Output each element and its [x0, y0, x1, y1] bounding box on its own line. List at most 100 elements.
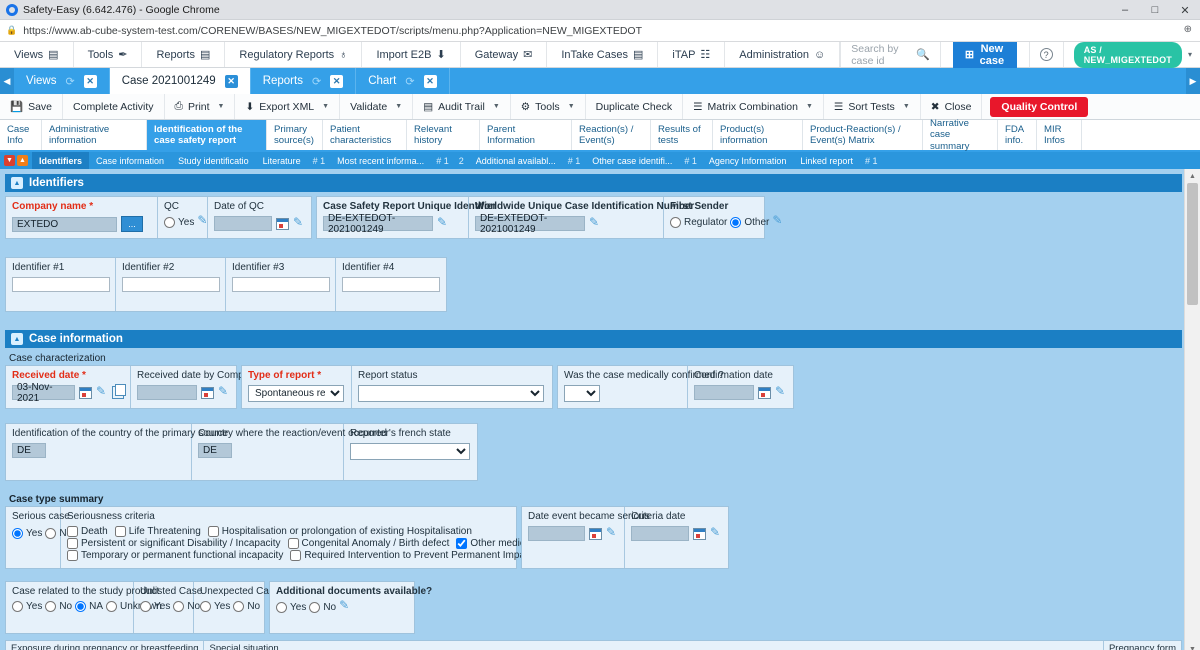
date-of-qc-input[interactable] — [214, 216, 272, 231]
tab-identification-case-safety-report[interactable]: Identification of the case safety report — [147, 120, 267, 150]
menu-item-reports[interactable]: Reports ▤ — [142, 42, 225, 67]
chevron-down-icon[interactable]: ▼ — [568, 103, 575, 110]
qc-yes-radio[interactable]: Yes — [164, 217, 194, 228]
user-badge[interactable]: AS / NEW_MIGEXTEDOT — [1074, 42, 1182, 68]
serious-case-yes-radio[interactable]: Yes — [12, 528, 42, 539]
menu-item-regulatory-reports[interactable]: Regulatory Reports ♁ — [225, 42, 362, 67]
menu-item-gateway[interactable]: Gateway ✉ — [461, 42, 548, 67]
criteria-checkbox-input[interactable] — [456, 538, 467, 549]
tab-parent-information[interactable]: Parent Information — [480, 120, 572, 150]
tab-product-reaction-matrix[interactable]: Product-Reaction(s) / Event(s) Matrix — [803, 120, 923, 150]
calendar-icon[interactable] — [79, 387, 92, 399]
tabs-scroll-left-icon[interactable]: ◀ — [0, 68, 14, 94]
subtab-additional-available[interactable]: Additional availabl... — [469, 152, 563, 169]
collapse-icon[interactable]: ▲ — [11, 177, 23, 189]
unlisted-case-radio-input[interactable] — [173, 601, 184, 612]
subtab-other-case-count[interactable]: # 1 — [679, 152, 702, 169]
browser-address-bar[interactable]: 🔒 https://www.ab-cube-system-test.com/CO… — [0, 20, 1200, 42]
wwuid-input[interactable]: DE-EXTEDOT-2021001249 — [475, 216, 585, 231]
export-xml-button[interactable]: ⬇ Export XML ▼ — [235, 94, 340, 119]
unexpected-case-no-radio[interactable]: No — [233, 601, 260, 612]
complete-activity-button[interactable]: Complete Activity — [63, 94, 165, 119]
menu-item-intake-cases[interactable]: InTake Cases ▤ — [547, 42, 658, 67]
identifier-2-input[interactable] — [122, 277, 220, 292]
criteria-checkbox-input[interactable] — [67, 526, 78, 537]
window-tab-reports[interactable]: Reports ⟳ ✕ — [251, 68, 357, 94]
criteria-checkbox-input[interactable] — [290, 550, 301, 561]
subtab-most-recent-count-2[interactable]: 2 — [454, 152, 469, 169]
refresh-icon[interactable]: ⟳ — [312, 75, 321, 88]
close-case-button[interactable]: ✖ Close — [921, 94, 983, 119]
identifier-3-input[interactable] — [232, 277, 330, 292]
criteria-life-threatening-checkbox[interactable]: Life Threatening — [115, 526, 201, 537]
help-icon[interactable]: ? — [1040, 48, 1053, 61]
pencil-icon[interactable] — [775, 387, 787, 399]
received-date-company-input[interactable] — [137, 385, 197, 400]
subtab-other-case-identifiers[interactable]: Other case identifi... — [585, 152, 679, 169]
company-name-browse-button[interactable]: ... — [121, 216, 143, 232]
maximize-button[interactable]: □ — [1140, 0, 1170, 20]
confirmation-date-input[interactable] — [694, 385, 754, 400]
subtab-linked-report-count[interactable]: # 1 — [860, 152, 883, 169]
pencil-icon[interactable] — [96, 387, 108, 399]
calendar-icon[interactable] — [758, 387, 771, 399]
case-information-panel-header[interactable]: ▲ Case information — [5, 330, 1182, 348]
serious-case-radio-input[interactable] — [45, 528, 56, 539]
pencil-icon[interactable] — [437, 218, 449, 230]
subtab-most-recent-count-1[interactable]: # 1 — [431, 152, 454, 169]
calendar-icon[interactable] — [589, 528, 602, 540]
menu-item-administration[interactable]: Administration ☺ — [725, 42, 840, 67]
reporter-french-state-select[interactable] — [350, 443, 470, 460]
pencil-icon[interactable] — [710, 528, 722, 540]
first-sender-regulator-radio[interactable]: Regulator — [670, 217, 727, 228]
user-account-container[interactable]: AS / NEW_MIGEXTEDOT ▾ — [1064, 42, 1200, 67]
additional-docs-no-radio[interactable]: No — [309, 602, 336, 613]
subtab-agency-information[interactable]: Agency Information — [702, 152, 794, 169]
window-tab-case[interactable]: Case 2021001249 ✕ — [110, 68, 251, 94]
minimize-button[interactable]: – — [1110, 0, 1140, 20]
calendar-icon[interactable] — [276, 218, 289, 230]
serious-case-radio-input[interactable] — [12, 528, 23, 539]
tab-products-information[interactable]: Product(s) information — [713, 120, 803, 150]
menu-item-itap[interactable]: iTAP ☷ — [658, 42, 725, 67]
identifiers-panel-header[interactable]: ▲ Identifiers — [5, 174, 1182, 192]
copy-icon[interactable] — [112, 386, 124, 399]
print-button[interactable]: ⎙ Print ▼ — [165, 94, 236, 119]
unexpected-case-yes-radio[interactable]: Yes — [200, 601, 230, 612]
pencil-icon[interactable] — [293, 218, 305, 230]
scroll-down-icon[interactable]: ▼ — [1185, 642, 1200, 650]
subtab-study-identification[interactable]: Study identificatio — [171, 152, 256, 169]
pregnancy-form-label[interactable]: Pregnancy form — [1104, 641, 1181, 650]
window-tab-views[interactable]: Views ⟳ ✕ — [14, 68, 110, 94]
additional-docs-radio-input[interactable] — [309, 602, 320, 613]
subtab-linked-report[interactable]: Linked report — [793, 152, 860, 169]
refresh-icon[interactable]: ⟳ — [65, 75, 74, 88]
search-icon[interactable]: 🔍 — [916, 48, 930, 61]
pencil-icon[interactable] — [772, 216, 784, 228]
case-related-radio-input[interactable] — [45, 601, 56, 612]
tab-patient-characteristics[interactable]: Patient characteristics — [323, 120, 407, 150]
pencil-icon[interactable] — [339, 601, 351, 613]
audit-trail-button[interactable]: ▤ Audit Trail ▼ — [413, 94, 511, 119]
type-of-report-select[interactable]: Spontaneous report — [248, 385, 344, 402]
subtab-literature[interactable]: Literature — [256, 152, 308, 169]
company-name-input[interactable]: EXTEDO — [12, 217, 117, 232]
criteria-disability-checkbox[interactable]: Persistent or significant Disability / I… — [67, 538, 281, 549]
criteria-checkbox-input[interactable] — [288, 538, 299, 549]
close-icon[interactable]: ✕ — [424, 75, 437, 88]
first-sender-other-radio[interactable]: Other — [730, 217, 769, 228]
pencil-icon[interactable] — [606, 528, 618, 540]
tab-administrative-information[interactable]: Administrative information — [42, 120, 147, 150]
criteria-checkbox-input[interactable] — [67, 550, 78, 561]
tab-mir-infos[interactable]: MIR Infos — [1037, 120, 1082, 150]
criteria-checkbox-input[interactable] — [208, 526, 219, 537]
zoom-icon[interactable]: ⊕ — [1184, 24, 1192, 35]
tab-narrative-case-summary[interactable]: Narrative case summary — [923, 120, 998, 150]
close-window-button[interactable]: ✕ — [1170, 0, 1200, 20]
tools-button[interactable]: ⚙ Tools ▼ — [511, 94, 586, 119]
tab-primary-sources[interactable]: Primary source(s) — [267, 120, 323, 150]
date-event-serious-input[interactable] — [528, 526, 585, 541]
quality-control-button[interactable]: Quality Control — [990, 97, 1088, 117]
close-icon[interactable]: ✕ — [225, 75, 238, 88]
chevron-down-icon[interactable]: ▼ — [395, 103, 402, 110]
